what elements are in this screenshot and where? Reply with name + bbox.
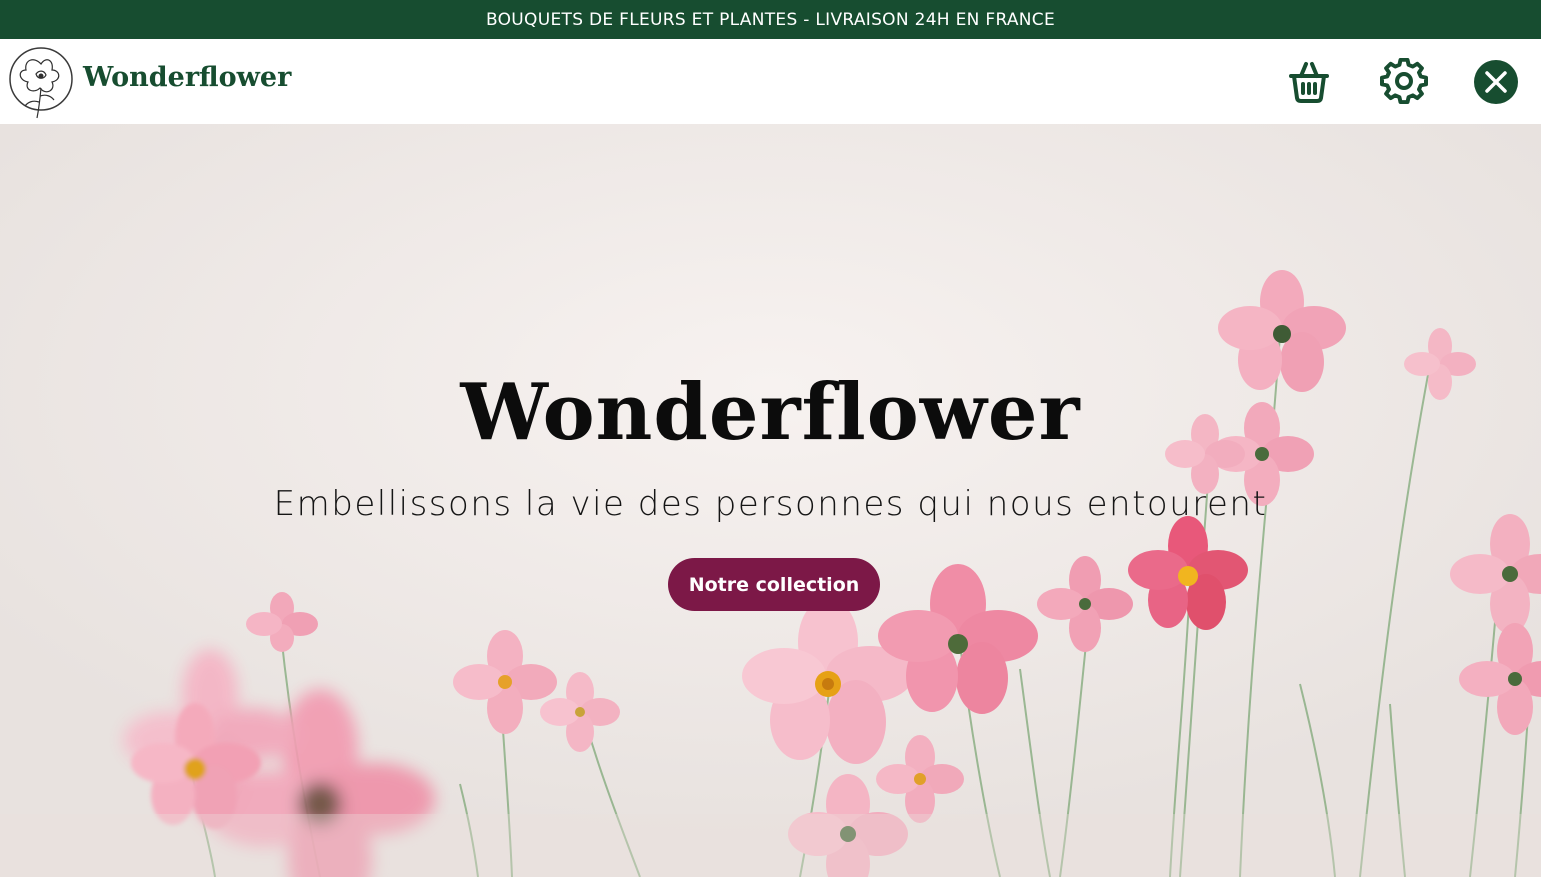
collection-button[interactable]: Notre collection xyxy=(668,558,880,611)
announcement-text: BOUQUETS DE FLEURS ET PLANTES - LIVRAISO… xyxy=(485,9,1056,30)
hero-section: Wonderflower Embellissons la vie des per… xyxy=(0,124,1541,877)
gear-icon[interactable] xyxy=(1379,57,1429,107)
hero-subtitle: Embellissons la vie des personnes qui no… xyxy=(273,484,1268,524)
hero-title: Wonderflower xyxy=(460,367,1081,458)
site-header: Wonderflower xyxy=(0,39,1541,124)
flower-logo-icon[interactable] xyxy=(6,44,76,120)
announcement-bar: BOUQUETS DE FLEURS ET PLANTES - LIVRAISO… xyxy=(0,0,1541,39)
basket-icon[interactable] xyxy=(1284,57,1334,107)
close-icon[interactable] xyxy=(1471,57,1521,107)
brand-name[interactable]: Wonderflower xyxy=(83,62,291,94)
